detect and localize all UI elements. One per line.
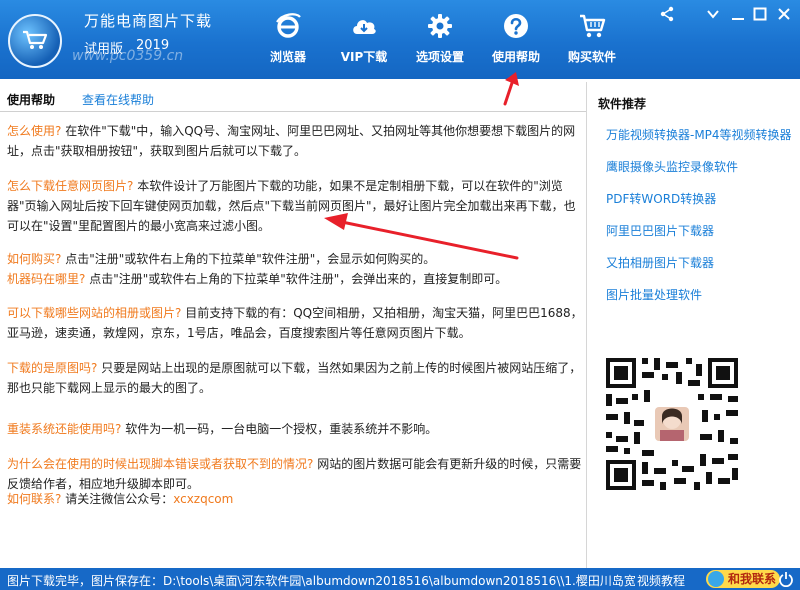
sidebar-item-camera-recorder[interactable]: 鹰眼摄像头监控录像软件 (606, 158, 738, 175)
ie-browser-icon (276, 13, 301, 38)
contact-me-label: 和我联系 (728, 572, 777, 586)
sidebar-item-batch-image[interactable]: 图片批量处理软件 (606, 286, 702, 303)
help-item-any-webpage: 怎么下载任意网页图片? 本软件设计了万能图片下载的功能，如果不是定制相册下载，可… (7, 176, 587, 236)
toolbar-settings-button[interactable]: 选项设置 (402, 0, 478, 79)
status-bar: 图片下载完毕，图片保存在：D:\tools\桌面\河东软件园\albumdown… (0, 568, 800, 590)
logo-cart-icon (23, 30, 48, 49)
wechat-qr-code-image (602, 354, 742, 494)
help-item-how-to-use: 怎么使用? 在软件"下载"中，输入QQ号、淘宝网址、阿里巴巴网址、又拍网址等其他… (7, 121, 587, 161)
maximize-button[interactable] (750, 4, 770, 24)
gear-icon (428, 14, 452, 38)
help-answer: 请关注微信公众号： (61, 492, 174, 506)
video-tutorial-link[interactable]: 视频教程 (637, 572, 685, 589)
help-answer: 软件为一机一码，一台电脑一个授权，重装系统并不影响。 (121, 422, 438, 436)
toolbar-vip-download-button[interactable]: VIP下载 (326, 0, 402, 79)
help-question: 如何购买? (7, 252, 62, 266)
sidebar-item-alibaba-downloader[interactable]: 阿里巴巴图片下载器 (606, 222, 714, 239)
toolbar-browser-label: 浏览器 (269, 50, 306, 64)
toolbar-browser-button[interactable]: 浏览器 (250, 0, 326, 79)
help-question: 为什么会在使用的时候出现脚本错误或者获取不到的情况? (7, 457, 314, 471)
wechat-account-link[interactable]: xcxzqcom (173, 492, 233, 506)
contact-avatar-icon (708, 571, 724, 587)
main-toolbar: 浏览器 VIP下载 选项设置 使用帮助 购买软件 (250, 0, 630, 79)
help-answer: 在软件"下载"中，输入QQ号、淘宝网址、阿里巴巴网址、又拍网址等其他你想要想下载… (7, 124, 576, 158)
help-content: 怎么使用? 在软件"下载"中，输入QQ号、淘宝网址、阿里巴巴网址、又拍网址等其他… (0, 113, 586, 568)
help-icon (504, 14, 528, 38)
online-help-link[interactable]: 查看在线帮助 (82, 91, 154, 108)
help-question: 如何联系? (7, 492, 62, 506)
toolbar-vip-download-label: VIP下载 (340, 50, 388, 64)
help-item-machine-code: 机器码在哪里? 点击"注册"或软件右上角的下拉菜单"软件注册"，会弹出来的，直接… (7, 269, 587, 289)
sidebar-item-pdf-to-word[interactable]: PDF转WORD转换器 (606, 190, 716, 207)
close-icon (778, 8, 790, 20)
toolbar-help-button[interactable]: 使用帮助 (478, 0, 554, 79)
close-button[interactable] (774, 4, 794, 24)
help-item-original-image: 下载的是原图吗? 只要是网站上出现的是原图就可以下载，当然如果因为之前上传的时候… (7, 358, 587, 398)
sidebar-item-video-converter[interactable]: 万能视频转换器-MP4等视频转换器 (606, 126, 792, 143)
app-title: 万能电商图片下载 (84, 12, 213, 30)
help-question: 可以下载哪些网站的相册或图片? (7, 306, 182, 320)
tab-help-current[interactable]: 使用帮助 (7, 91, 55, 108)
app-logo-icon (8, 14, 62, 68)
cart-icon (580, 14, 606, 38)
title-bar: 万能电商图片下载 试用版 2019 www.pc0359.cn 浏览器 VIP下… (0, 0, 800, 79)
contact-me-button[interactable]: 和我联系 (706, 570, 781, 588)
help-item-how-to-buy: 如何购买? 点击"注册"或软件右上角的下拉菜单"软件注册"，会显示如何购买的。 (7, 249, 587, 269)
help-question: 机器码在哪里? (7, 272, 86, 286)
sidebar-title: 软件推荐 (598, 97, 647, 111)
toolbar-buy-button[interactable]: 购买软件 (554, 0, 630, 79)
minimize-icon (732, 18, 744, 20)
status-message: 图片下载完毕，图片保存在：D:\tools\桌面\河东软件园\albumdown… (7, 574, 635, 588)
toolbar-settings-label: 选项设置 (415, 50, 464, 64)
cloud-download-icon (353, 20, 376, 34)
help-answer: 点击"注册"或软件右上角的下拉菜单"软件注册"，会弹出来的，直接复制即可。 (85, 272, 508, 286)
software-recommend-sidebar: 软件推荐 万能视频转换器-MP4等视频转换器 鹰眼摄像头监控录像软件 PDF转W… (587, 82, 800, 568)
help-item-script-error: 为什么会在使用的时候出现脚本错误或者获取不到的情况? 网站的图片数据可能会有更新… (7, 454, 587, 494)
help-question: 怎么使用? (7, 124, 62, 138)
menu-dropdown-button[interactable] (703, 4, 723, 24)
help-subheader: 使用帮助 查看在线帮助 (0, 82, 586, 112)
minimize-button[interactable] (728, 4, 748, 24)
maximize-icon (753, 7, 767, 21)
toolbar-help-label: 使用帮助 (491, 50, 540, 64)
help-answer: 点击"注册"或软件右上角的下拉菜单"软件注册"，会显示如何购买的。 (61, 252, 436, 266)
share-button[interactable] (657, 4, 677, 24)
watermark-text: www.pc0359.cn (72, 48, 184, 64)
help-item-reinstall: 重装系统还能使用吗? 软件为一机一码，一台电脑一个授权，重装系统并不影响。 (7, 419, 587, 439)
toolbar-buy-label: 购买软件 (567, 50, 616, 64)
help-question: 重装系统还能使用吗? (7, 422, 122, 436)
power-icon[interactable] (778, 571, 794, 587)
help-item-supported-sites: 可以下载哪些网站的相册或图片? 目前支持下载的有：QQ空间相册，又拍相册，淘宝天… (7, 303, 587, 343)
help-item-contact: 如何联系? 请关注微信公众号：xcxzqcom (7, 489, 587, 509)
help-question: 怎么下载任意网页图片? (7, 179, 134, 193)
share-icon (660, 6, 674, 22)
sidebar-item-yupoo-downloader[interactable]: 又拍相册图片下载器 (606, 254, 714, 271)
chevron-down-icon (707, 10, 719, 19)
help-question: 下载的是原图吗? (7, 361, 98, 375)
